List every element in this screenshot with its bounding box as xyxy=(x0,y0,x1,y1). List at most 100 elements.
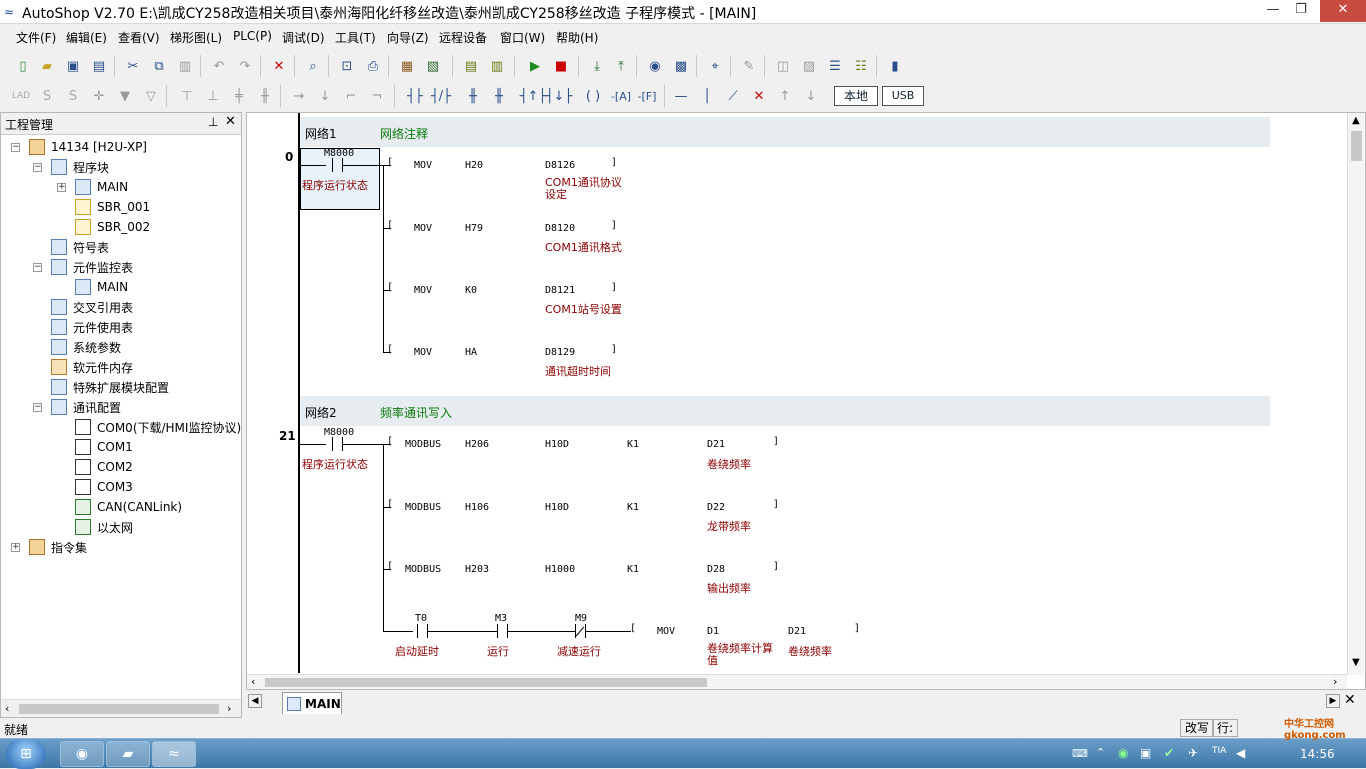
delete-row-icon[interactable]: ☷ xyxy=(850,55,872,77)
cut-icon[interactable]: ✂ xyxy=(122,55,144,77)
properties-icon[interactable]: ▧ xyxy=(422,55,444,77)
menu-debug[interactable]: 调试(D) xyxy=(282,29,325,46)
taskbar-browser-icon[interactable]: ◉ xyxy=(60,741,104,767)
scroll-thumb[interactable] xyxy=(19,704,219,714)
hscroll-thumb[interactable] xyxy=(265,678,707,687)
rising-edge-icon[interactable]: ┤↑├ xyxy=(520,85,547,107)
tree-item-monitor-table[interactable]: 元件监控表 xyxy=(51,257,133,277)
vline-icon[interactable]: │ xyxy=(696,85,718,107)
arrow-down-filled-icon[interactable]: ▼ xyxy=(114,85,136,107)
redo-icon[interactable]: ↷ xyxy=(234,55,256,77)
save-icon[interactable]: ▣ xyxy=(62,55,84,77)
vertical-line-icon[interactable]: ╪ xyxy=(228,85,250,107)
clock[interactable]: 14:56 xyxy=(1300,747,1335,761)
left-pane-hscrollbar[interactable]: ‹ › xyxy=(1,699,241,717)
stop-icon[interactable]: ■ xyxy=(550,55,572,77)
menu-file[interactable]: 文件(F) xyxy=(16,29,56,46)
branch-up-icon[interactable]: ¬ xyxy=(366,85,388,107)
falling-edge-icon[interactable]: ┤↓├ xyxy=(546,85,573,107)
tree-item-can[interactable]: CAN(CANLink) xyxy=(75,497,182,517)
tree-item-com1[interactable]: COM1 xyxy=(75,437,133,457)
scroll-right-icon[interactable]: › xyxy=(227,702,231,715)
tree-item-com3[interactable]: COM3 xyxy=(75,477,133,497)
compile-all-icon[interactable]: ▥ xyxy=(486,55,508,77)
collapse-icon[interactable]: − xyxy=(33,403,42,412)
print-icon[interactable]: ⎙ xyxy=(362,55,384,77)
taskbar-explorer-icon[interactable]: ▰ xyxy=(106,741,150,767)
scroll-down-icon[interactable]: ▼ xyxy=(1352,657,1360,668)
collapse-icon[interactable]: − xyxy=(11,143,20,152)
image-icon[interactable]: ▨ xyxy=(798,55,820,77)
tree-item-device-memory[interactable]: 软元件内存 xyxy=(51,357,133,377)
new-file-icon[interactable]: ▯ xyxy=(12,55,34,77)
tab-scroll-left-icon[interactable]: ◀ xyxy=(248,694,262,708)
tree-item-symbol-table[interactable]: 符号表 xyxy=(51,237,109,257)
tree-item-monitor-main[interactable]: MAIN xyxy=(75,277,128,297)
print-preview-icon[interactable]: ⊡ xyxy=(336,55,358,77)
menu-window[interactable]: 窗口(W) xyxy=(500,29,545,46)
expand-icon[interactable]: + xyxy=(57,183,66,192)
nc-contact-icon[interactable]: ┤/├ xyxy=(430,85,452,107)
hline-arrow-icon[interactable]: → xyxy=(288,85,310,107)
upload-icon[interactable]: ⤒ xyxy=(610,55,632,77)
open-folder-icon[interactable]: ▰ xyxy=(36,55,58,77)
branch-down-icon[interactable]: ⌐ xyxy=(340,85,362,107)
tree-item-ethernet[interactable]: 以太网 xyxy=(75,517,133,537)
tree-item-sbr001[interactable]: SBR_001 xyxy=(75,197,150,217)
scroll-right-icon[interactable]: › xyxy=(1333,675,1337,688)
lad-mode-icon[interactable]: LAD xyxy=(10,85,32,107)
edit-icon[interactable]: ✎ xyxy=(738,55,760,77)
tray-app-icon[interactable]: ◉ xyxy=(1118,746,1128,760)
tree-item-expansion-module[interactable]: 特殊扩展模块配置 xyxy=(51,377,169,397)
start-button[interactable]: ⊞ xyxy=(6,739,46,769)
parallel-no-icon[interactable]: ╫ xyxy=(462,85,484,107)
delete-branch-icon[interactable]: ⊥ xyxy=(202,85,224,107)
editor-hscrollbar[interactable]: ‹ › xyxy=(247,674,1347,689)
hline-icon[interactable]: — xyxy=(670,85,692,107)
collapse-icon[interactable]: − xyxy=(33,163,42,172)
network-icon[interactable]: ▣ xyxy=(1140,746,1151,760)
delete-icon[interactable]: ✕ xyxy=(268,55,290,77)
sfc-mode-icon[interactable]: S xyxy=(36,85,58,107)
vline-arrow-icon[interactable]: ↓ xyxy=(314,85,336,107)
expand-icon[interactable]: + xyxy=(11,543,20,552)
editor-vscrollbar[interactable]: ▲ ▼ xyxy=(1347,113,1364,675)
tab-scroll-right-icon[interactable]: ▶ xyxy=(1326,694,1340,708)
chart-icon[interactable]: ▮ xyxy=(884,55,906,77)
restore-button[interactable]: ❐ xyxy=(1286,0,1316,22)
move-down-icon[interactable]: ↓ xyxy=(800,85,822,107)
taskbar-autoshop-icon[interactable]: ≈ xyxy=(152,741,196,767)
save-all-icon[interactable]: ▤ xyxy=(88,55,110,77)
ladder-editor[interactable]: 网络1 网络注释 0 M8000 程序运行状态 [ MOV H20 D8126 … xyxy=(246,112,1366,690)
tab-main[interactable]: MAIN xyxy=(282,692,342,714)
tree-item-comm-config[interactable]: 通讯配置 xyxy=(51,397,121,417)
tree-item-usage-table[interactable]: 元件使用表 xyxy=(51,317,133,337)
find-icon[interactable]: ⌕ xyxy=(302,55,324,77)
action-center-icon[interactable]: ✔ xyxy=(1164,746,1174,760)
tree-item-com2[interactable]: COM2 xyxy=(75,457,133,477)
keyboard-icon[interactable]: ⌨ xyxy=(1072,747,1088,760)
tree-item-plc[interactable]: 14134 [H2U-XP] xyxy=(29,137,147,157)
delete-vline-icon[interactable]: ✕ xyxy=(748,85,770,107)
tree-item-sbr002[interactable]: SBR_002 xyxy=(75,217,150,237)
pin-icon[interactable]: ⊥ xyxy=(208,115,218,129)
tree-item-main[interactable]: MAIN xyxy=(75,177,128,197)
coil-icon[interactable]: ( ) xyxy=(582,85,604,107)
tray-tool-icon[interactable]: ✈ xyxy=(1188,746,1198,760)
delete-hline-icon[interactable]: ⟋ xyxy=(722,85,744,107)
collapse-icon[interactable]: − xyxy=(33,263,42,272)
delete-vertical-icon[interactable]: ╫ xyxy=(254,85,276,107)
function-icon[interactable]: -[F] xyxy=(636,85,658,107)
copy-icon[interactable]: ⧉ xyxy=(148,55,170,77)
vscroll-thumb[interactable] xyxy=(1351,131,1362,161)
menu-help[interactable]: 帮助(H) xyxy=(556,29,598,46)
monitor-table-icon[interactable]: ▩ xyxy=(670,55,692,77)
no-contact-icon[interactable]: ┤├ xyxy=(404,85,426,107)
tray-expand-icon[interactable]: ⌃ xyxy=(1096,746,1105,759)
parallel-nc-icon[interactable]: ╫ xyxy=(488,85,510,107)
tree-item-com0[interactable]: COM0(下载/HMI监控协议) xyxy=(75,417,241,437)
network-header[interactable]: 网络1 网络注释 xyxy=(300,117,1270,147)
pane-close-icon[interactable]: ✕ xyxy=(225,114,236,129)
diagnose-icon[interactable]: ⌖ xyxy=(704,55,726,77)
paste-icon[interactable]: ▥ xyxy=(174,55,196,77)
